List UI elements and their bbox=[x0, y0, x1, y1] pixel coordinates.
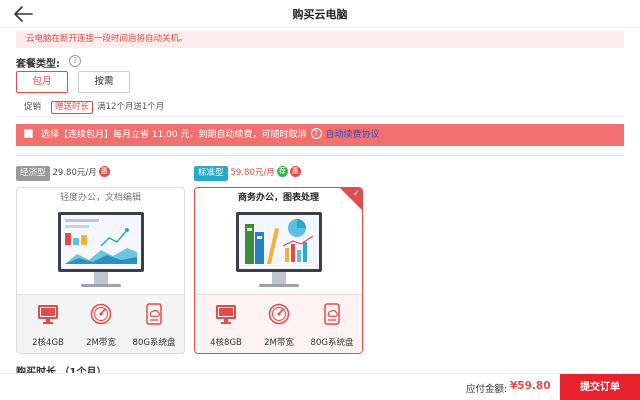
help-icon[interactable]: ? bbox=[310, 128, 322, 139]
monitor-illustration bbox=[17, 208, 184, 294]
promo-tag: 赠送时长 bbox=[51, 101, 94, 114]
plan-description: 轻度办公，文档编辑 bbox=[59, 193, 141, 203]
payable-amount: ¥59.80 bbox=[510, 380, 551, 392]
submit-order-button[interactable]: 提交订单 bbox=[560, 374, 640, 400]
plan-price: 29.80元/月 bbox=[52, 168, 97, 178]
check-icon: ✓ bbox=[352, 189, 360, 199]
monitor-icon bbox=[38, 305, 58, 324]
plan-card-economy[interactable]: 轻度办公，文档编辑 2核4GB 2M带宽 80G系统盘 bbox=[16, 187, 185, 354]
auto-shutdown-notice: 云电脑在断开连接一段时间后将自动关机。 bbox=[16, 31, 624, 48]
feature-cpu: 4核8GB bbox=[201, 303, 251, 348]
plan-price: 59.80元/月 bbox=[230, 168, 275, 178]
feature-label: 2M带宽 bbox=[86, 338, 116, 348]
divider bbox=[16, 155, 624, 156]
plan-type-badge: 经济型 bbox=[16, 166, 50, 181]
divider bbox=[16, 116, 624, 117]
promo-text: 满12个月送1个月 bbox=[97, 102, 165, 112]
cloud-disk-icon bbox=[146, 303, 162, 325]
feature-label: 2M带宽 bbox=[264, 338, 294, 348]
feature-label: 4核8GB bbox=[210, 338, 242, 348]
tab-on-demand[interactable]: 按需 bbox=[78, 71, 130, 93]
tab-monthly[interactable]: 包月 bbox=[16, 71, 68, 93]
feature-cpu: 2核4GB bbox=[23, 303, 73, 348]
help-icon[interactable]: ? bbox=[69, 55, 81, 67]
recommend-badge: 荐 bbox=[276, 166, 288, 177]
cloud-disk-icon bbox=[324, 303, 340, 325]
discount-badge: 惠 bbox=[289, 166, 301, 177]
speed-dial-icon bbox=[90, 303, 112, 325]
package-type-label: 套餐类型: bbox=[16, 59, 60, 70]
speed-dial-icon bbox=[268, 303, 290, 325]
plan-card-standard[interactable]: ✓ 商务办公，图表处理 4核8GB 2M带宽 80G系统盘 bbox=[194, 187, 363, 354]
plan-type-badge: 标准型 bbox=[194, 166, 228, 181]
payable-label: 应付金额: bbox=[466, 384, 508, 395]
plan-features: 2核4GB 2M带宽 80G系统盘 bbox=[17, 294, 184, 353]
auto-renew-bar: 选择【连续包月】每月立省 11.00 元，到期自动续费，可随时取消? 自动续费协议 bbox=[16, 124, 624, 146]
header: 购买云电脑 bbox=[0, 0, 640, 28]
monitor-chart-icon bbox=[58, 212, 144, 287]
discount-badge: 惠 bbox=[98, 166, 110, 177]
plan-header-standard: 标准型 59.80元/月荐惠 bbox=[194, 166, 301, 182]
auto-renew-text: 选择【连续包月】每月立省 11.00 元，到期自动续费，可随时取消 bbox=[41, 130, 307, 140]
monitor-illustration bbox=[195, 208, 362, 294]
feature-bandwidth: 2M带宽 bbox=[76, 303, 126, 348]
plan-header-economy: 经济型 29.80元/月惠 bbox=[16, 166, 110, 182]
monitor-report-icon bbox=[236, 212, 322, 287]
footer-bar: 应付金额: ¥59.80 提交订单 bbox=[0, 373, 640, 400]
feature-disk: 80G系统盘 bbox=[307, 303, 357, 348]
plan-features: 4核8GB 2M带宽 80G系统盘 bbox=[195, 294, 362, 353]
plan-description: 商务办公，图表处理 bbox=[237, 193, 319, 203]
feature-bandwidth: 2M带宽 bbox=[254, 303, 304, 348]
feature-label: 80G系统盘 bbox=[310, 338, 354, 348]
feature-label: 2核4GB bbox=[32, 338, 64, 348]
feature-disk: 80G系统盘 bbox=[129, 303, 179, 348]
monitor-icon bbox=[216, 305, 236, 324]
auto-renew-agreement-link[interactable]: 自动续费协议 bbox=[326, 130, 380, 140]
page-title: 购买云电脑 bbox=[292, 8, 348, 21]
promo-row: 促销 赠送时长 满12个月送1个月 bbox=[24, 100, 164, 114]
feature-label: 80G系统盘 bbox=[132, 338, 176, 348]
promo-label: 促销 bbox=[24, 102, 42, 112]
auto-renew-checkbox[interactable] bbox=[24, 129, 33, 138]
